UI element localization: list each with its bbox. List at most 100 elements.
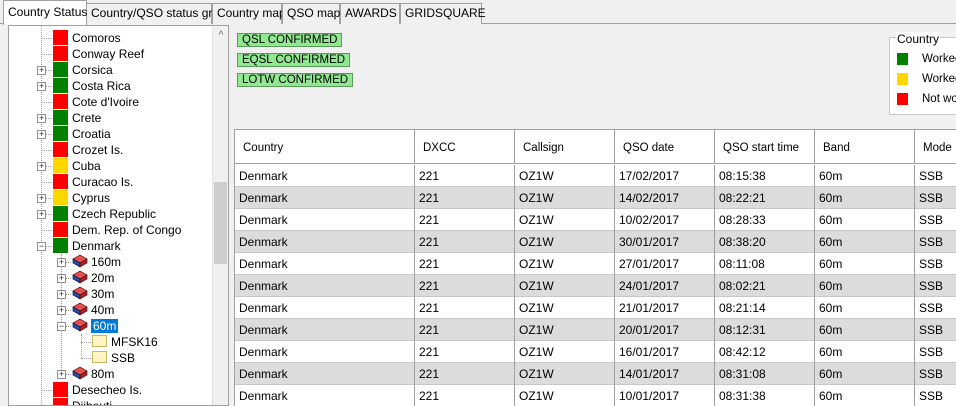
tab-country-map[interactable]: Country map — [212, 3, 286, 24]
table-row[interactable]: Denmark 221 OZ1W 14/01/2017 08:31:08 60m SSB — [235, 363, 956, 385]
collapse-icon[interactable]: − — [37, 242, 46, 251]
tree-country-cyprus[interactable]: + Cyprus — [9, 190, 214, 206]
collapse-icon[interactable]: − — [57, 322, 66, 331]
tree-item-label: Curacao Is. — [72, 175, 134, 189]
column-header-qso-date[interactable]: QSO date — [615, 130, 715, 164]
column-header-country[interactable]: Country — [235, 130, 415, 164]
tree-connector-line — [41, 230, 51, 231]
table-cell: OZ1W — [515, 341, 615, 363]
tree-country-comoros[interactable]: Comoros — [9, 30, 214, 46]
app-root: Country Status Country/QSO status grid C… — [0, 0, 956, 406]
table-row[interactable]: Denmark 221 OZ1W 10/02/2017 08:28:33 60m SSB — [235, 209, 956, 231]
table-row[interactable]: Denmark 221 OZ1W 20/01/2017 08:12:31 60m SSB — [235, 319, 956, 341]
tree-country-czech-republic[interactable]: + Czech Republic — [9, 206, 214, 222]
tree-band-30m[interactable]: +30m — [9, 286, 214, 302]
table-row[interactable]: Denmark 221 OZ1W 10/01/2017 08:31:38 60m SSB — [235, 385, 956, 406]
tree-country-djibouti[interactable]: Djibouti — [9, 398, 214, 405]
scrollbar-thumb[interactable] — [214, 182, 227, 264]
expand-icon[interactable]: + — [37, 194, 46, 203]
table-row[interactable]: Denmark 221 OZ1W 14/02/2017 08:22:21 60m SSB — [235, 187, 956, 209]
table-cell: 30/01/2017 — [615, 231, 715, 253]
tree-country-croatia[interactable]: + Croatia — [9, 126, 214, 142]
table-cell: Denmark — [235, 209, 415, 231]
column-header-band[interactable]: Band — [815, 130, 915, 164]
column-header-mode[interactable]: Mode — [915, 130, 956, 164]
column-header-dxcc[interactable]: DXCC — [415, 130, 515, 164]
table-cell: 221 — [415, 165, 515, 187]
status-swatch — [53, 190, 68, 205]
table-cell: SSB — [915, 297, 956, 319]
table-cell: 08:31:38 — [715, 385, 815, 406]
column-header-qso-start-time[interactable]: QSO start time — [715, 130, 815, 164]
table-cell: 221 — [415, 231, 515, 253]
status-swatch — [53, 46, 68, 61]
country-tree[interactable]: Comoros Conway Reef + Corsica + Costa Rica Cot… — [8, 25, 229, 406]
legend-label: Not wo — [922, 93, 956, 105]
expand-icon[interactable]: + — [37, 66, 46, 75]
table-row[interactable]: Denmark 221 OZ1W 17/02/2017 08:15:38 60m SSB — [235, 165, 956, 187]
tree-band-160m[interactable]: +160m — [9, 254, 214, 270]
tree-country-dem-rep-of-congo[interactable]: Dem. Rep. of Congo — [9, 222, 214, 238]
table-cell: SSB — [915, 341, 956, 363]
table-cell: 08:31:08 — [715, 363, 815, 385]
expand-icon[interactable]: + — [37, 162, 46, 171]
tree-country-cote-d-ivoire[interactable]: Cote d'Ivoire — [9, 94, 214, 110]
tab-country-status[interactable]: Country Status — [3, 0, 87, 25]
expand-icon[interactable]: + — [37, 130, 46, 139]
status-swatch — [53, 94, 68, 109]
tree-band-40m[interactable]: +40m — [9, 302, 214, 318]
tree-country-cuba[interactable]: + Cuba — [9, 158, 214, 174]
tree-item-label: Cote d'Ivoire — [72, 95, 139, 109]
tree-item-label: Dem. Rep. of Congo — [72, 223, 182, 237]
column-header-callsign[interactable]: Callsign — [515, 130, 615, 164]
expand-icon[interactable]: + — [57, 274, 66, 283]
tree-band-80m[interactable]: +80m — [9, 366, 214, 382]
tab-label: GRIDSQUARE — [405, 6, 486, 20]
scroll-up-icon[interactable]: ^ — [213, 28, 228, 44]
tree-item-label: MFSK16 — [111, 335, 158, 349]
mode-folder-icon — [92, 351, 107, 363]
tree-country-crete[interactable]: + Crete — [9, 110, 214, 126]
tree-country-costa-rica[interactable]: + Costa Rica — [9, 78, 214, 94]
tab-awards[interactable]: AWARDS — [340, 3, 400, 24]
expand-icon[interactable]: + — [57, 258, 66, 267]
tree-item-label: Croatia — [72, 127, 111, 141]
tree-band-20m[interactable]: +20m — [9, 270, 214, 286]
tree-band-60m[interactable]: − 60m — [9, 318, 214, 334]
tab-country-qso-status-grid[interactable]: Country/QSO status grid — [86, 3, 222, 24]
tree-mode-ssb[interactable]: SSB — [9, 350, 214, 366]
tree-connector-line — [41, 182, 51, 183]
table-cell: 60m — [815, 231, 915, 253]
table-cell: 221 — [415, 253, 515, 275]
tree-country-corsica[interactable]: + Corsica — [9, 62, 214, 78]
table-cell: SSB — [915, 385, 956, 406]
table-row[interactable]: Denmark 221 OZ1W 30/01/2017 08:38:20 60m SSB — [235, 231, 956, 253]
tree-scrollbar[interactable]: ^ — [212, 26, 228, 405]
expand-icon[interactable]: + — [57, 306, 66, 315]
table-row[interactable]: Denmark 221 OZ1W 21/01/2017 08:21:14 60m SSB — [235, 297, 956, 319]
band-cube-icon — [72, 366, 88, 380]
tree-country-conway-reef[interactable]: Conway Reef — [9, 46, 214, 62]
tree-item-label: 160m — [91, 255, 122, 269]
tree-item-label: Cyprus — [72, 191, 111, 205]
tree-country-desecheo-is[interactable]: Desecheo Is. — [9, 382, 214, 398]
expand-icon[interactable]: + — [37, 82, 46, 91]
table-row[interactable]: Denmark 221 OZ1W 24/01/2017 08:02:21 60m SSB — [235, 275, 956, 297]
tree-country-crozet-is[interactable]: Crozet Is. — [9, 142, 214, 158]
table-row[interactable]: Denmark 221 OZ1W 27/01/2017 08:11:08 60m SSB — [235, 253, 956, 275]
expand-icon[interactable]: + — [57, 290, 66, 299]
qsl-confirmed-badge: QSL CONFIRMED — [237, 33, 343, 47]
expand-icon[interactable]: + — [57, 370, 66, 379]
table-cell: 221 — [415, 341, 515, 363]
expand-icon[interactable]: + — [37, 114, 46, 123]
table-cell: Denmark — [235, 385, 415, 406]
tab-gridsquare[interactable]: GRIDSQUARE — [400, 3, 486, 24]
expand-icon[interactable]: + — [37, 210, 46, 219]
tab-qso-map[interactable]: QSO map — [282, 3, 340, 24]
qso-grid[interactable]: Country DXCC Callsign QSO date QSO start tim… — [234, 129, 956, 406]
status-swatch — [53, 62, 68, 77]
tree-country-denmark[interactable]: − Denmark — [9, 238, 214, 254]
table-row[interactable]: Denmark 221 OZ1W 16/01/2017 08:42:12 60m SSB — [235, 341, 956, 363]
tree-mode-mfsk16[interactable]: MFSK16 — [9, 334, 214, 350]
tree-country-curacao-is[interactable]: Curacao Is. — [9, 174, 214, 190]
